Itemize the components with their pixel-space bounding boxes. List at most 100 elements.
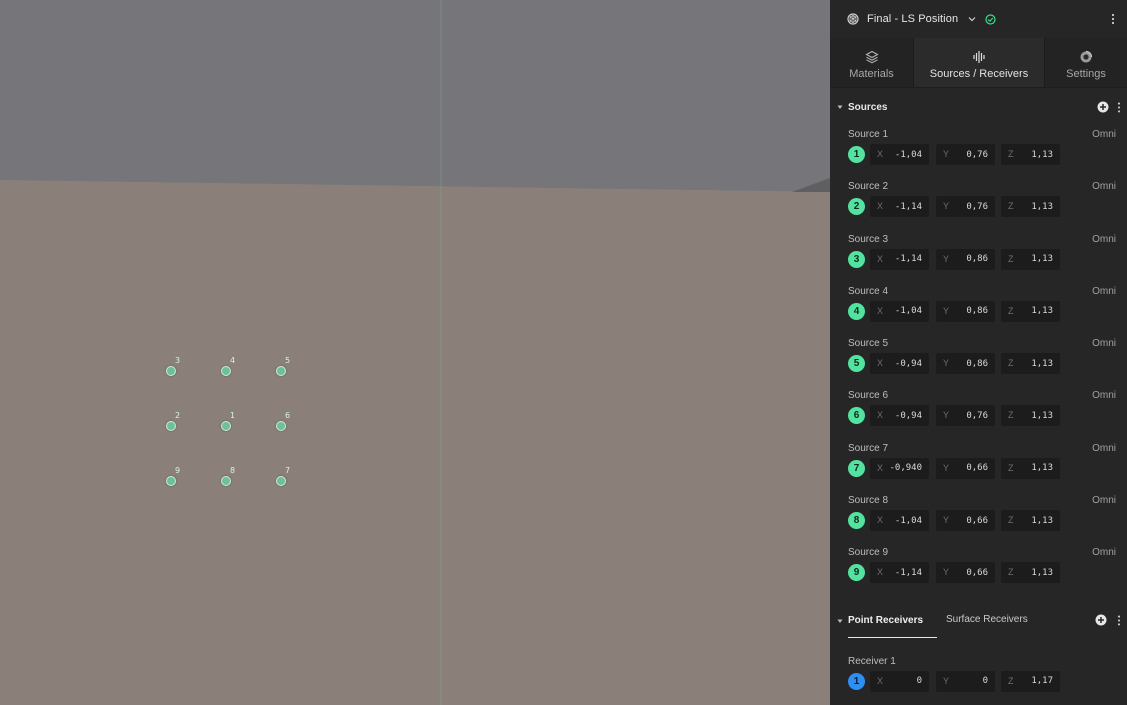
y-coordinate-input[interactable] [952,199,988,215]
x-coordinate-input[interactable] [886,408,922,424]
source-row[interactable]: Source 2 Omni 2 X Y Z [830,178,1127,230]
source-marker[interactable] [166,476,176,486]
y-axis-label: Y [943,305,950,316]
source-badge[interactable]: 2 [848,198,865,216]
source-badge[interactable]: 8 [848,512,865,530]
x-coordinate-input[interactable] [886,513,922,529]
source-type[interactable]: Omni [1092,390,1116,401]
tab-materials[interactable]: Materials [830,38,913,87]
x-coordinate-field: X [870,353,929,375]
source-marker[interactable] [221,476,231,486]
source-row[interactable]: Source 8 Omni 8 X Y Z [830,492,1127,544]
kebab-icon[interactable] [1111,13,1115,25]
z-coordinate-input[interactable] [1017,408,1053,424]
source-row[interactable]: Source 6 Omni 6 X Y Z [830,387,1127,439]
source-badge[interactable]: 6 [848,407,865,425]
tab-surface-receivers[interactable]: Surface Receivers [946,602,1034,638]
source-row[interactable]: Source 9 Omni 9 X Y Z [830,544,1127,596]
z-coordinate-input[interactable] [1017,673,1053,689]
x-coordinate-input[interactable] [886,251,922,267]
receivers-menu-icon[interactable] [1117,615,1121,626]
source-badge[interactable]: 9 [848,564,865,582]
source-name: Source 9 [848,547,889,559]
y-coordinate-input[interactable] [952,460,988,476]
source-marker[interactable] [221,421,231,431]
z-coordinate-input[interactable] [1017,460,1053,476]
x-axis-label: X [877,358,884,369]
x-coordinate-input[interactable] [886,565,922,581]
x-coordinate-input[interactable] [886,303,922,319]
source-badge[interactable]: 4 [848,302,865,320]
chevron-down-icon[interactable] [968,15,976,23]
y-axis-label: Y [943,515,950,526]
x-coordinate-input[interactable] [886,460,922,476]
x-coordinate-input[interactable] [886,199,922,215]
x-coordinate-input[interactable] [886,147,922,162]
y-coordinate-input[interactable] [952,251,988,267]
source-type[interactable]: Omni [1092,286,1116,297]
caret-down-icon[interactable] [837,618,843,624]
receiver-row[interactable]: Receiver 1 1 X Y Z [830,653,1127,705]
sources-header: Sources [830,88,1127,126]
source-marker[interactable] [276,476,286,486]
source-row[interactable]: Source 4 Omni 4 X Y Z [830,283,1127,335]
y-axis-label: Y [943,410,950,421]
x-coordinate-field: X [870,670,929,692]
z-coordinate-input[interactable] [1017,565,1053,581]
source-badge[interactable]: 3 [848,250,865,268]
source-marker[interactable] [221,366,231,376]
source-type[interactable]: Omni [1092,129,1116,140]
tab-point-receivers[interactable]: Point Receivers [848,602,937,638]
caret-down-icon[interactable] [837,104,843,110]
source-row[interactable]: Source 1 Omni 1 X Y Z [830,126,1127,178]
source-badge[interactable]: 1 [848,146,865,163]
y-coordinate-field: Y [936,196,995,218]
y-axis-label: Y [943,567,950,578]
source-type[interactable]: Omni [1092,495,1116,506]
source-marker[interactable] [166,366,176,376]
source-type[interactable]: Omni [1092,181,1116,192]
tab-sources-receivers[interactable]: Sources / Receivers [913,38,1045,87]
y-coordinate-input[interactable] [952,303,988,319]
source-row[interactable]: Source 3 Omni 3 X Y Z [830,231,1127,283]
x-coordinate-input[interactable] [886,673,922,689]
source-marker[interactable] [276,421,286,431]
z-coordinate-input[interactable] [1017,147,1053,162]
tab-settings[interactable]: Settings [1045,38,1127,87]
sources-menu-icon[interactable] [1117,102,1121,113]
source-marker[interactable] [276,366,286,376]
source-badge[interactable]: 7 [848,459,865,477]
source-name: Source 8 [848,495,889,507]
source-marker[interactable] [166,421,176,431]
y-coordinate-input[interactable] [952,356,988,372]
z-coordinate-field: Z [1001,562,1060,584]
source-name: Source 2 [848,181,889,193]
y-coordinate-input[interactable] [952,408,988,424]
receiver-badge[interactable]: 1 [848,672,865,690]
add-receiver-icon[interactable] [1095,614,1107,626]
source-badge[interactable]: 5 [848,355,865,373]
z-axis-label: Z [1008,410,1014,421]
source-type[interactable]: Omni [1092,234,1116,245]
add-source-icon[interactable] [1097,101,1109,113]
source-type[interactable]: Omni [1092,338,1116,349]
source-type[interactable]: Omni [1092,443,1116,454]
project-header: Final - LS Position [830,0,1127,38]
z-coordinate-input[interactable] [1017,251,1053,267]
layers-icon [864,49,879,65]
x-coordinate-field: X [870,300,929,322]
y-coordinate-input[interactable] [952,513,988,529]
source-type[interactable]: Omni [1092,547,1116,558]
z-coordinate-input[interactable] [1017,356,1053,372]
y-coordinate-input[interactable] [952,673,988,689]
3d-viewport[interactable]: 3 4 5 2 1 6 9 8 7 [0,0,830,705]
y-coordinate-input[interactable] [952,565,988,581]
y-coordinate-input[interactable] [952,147,988,162]
source-row[interactable]: Source 7 Omni 7 X Y Z [830,440,1127,492]
z-coordinate-input[interactable] [1017,199,1053,215]
z-coordinate-input[interactable] [1017,513,1053,529]
source-row[interactable]: Source 5 Omni 5 X Y Z [830,335,1127,387]
z-coordinate-input[interactable] [1017,303,1053,319]
x-coordinate-input[interactable] [886,356,922,372]
project-name[interactable]: Final - LS Position [867,13,958,25]
